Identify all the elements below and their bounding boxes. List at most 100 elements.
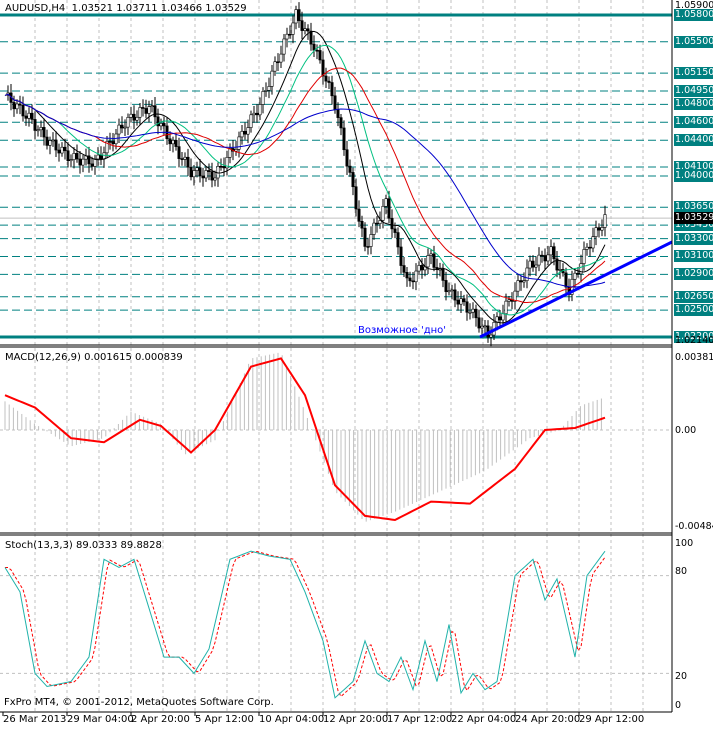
candle-body — [585, 246, 589, 250]
candle-body — [30, 112, 34, 120]
candle-body — [564, 272, 568, 288]
candle-body — [447, 290, 451, 293]
candle-body — [213, 177, 217, 181]
candle-body — [69, 159, 73, 162]
price-label: 1.05150 — [674, 67, 713, 80]
candle-body — [144, 108, 148, 114]
candle-body — [102, 152, 106, 160]
price-label: 1.03100 — [674, 250, 713, 263]
candle-body — [315, 49, 319, 52]
candle-body — [183, 156, 187, 160]
candle-body — [138, 107, 142, 118]
candle-body — [471, 308, 475, 313]
candle-body — [426, 255, 430, 268]
candle-body — [576, 272, 580, 275]
candle-body — [177, 146, 181, 159]
candle-body — [411, 280, 415, 283]
candle-body — [300, 20, 304, 31]
x-tick-label: 26 Mar 2013 — [3, 714, 67, 725]
ma-black-line — [4, 30, 606, 324]
candle-body — [159, 123, 163, 127]
candle-body — [375, 222, 379, 225]
candle-body — [519, 280, 523, 283]
candle-body — [150, 105, 154, 107]
candle-body — [78, 158, 82, 166]
candle-body — [153, 105, 157, 118]
candle-body — [528, 260, 532, 269]
candle-body — [33, 119, 37, 131]
candle-body — [393, 228, 397, 233]
stoch-axis-label: 80 — [675, 566, 688, 577]
candle-body — [444, 280, 448, 292]
candle-body — [147, 106, 151, 114]
candle-body — [465, 301, 469, 313]
candle-body — [369, 234, 373, 247]
ma-blue-line — [4, 93, 606, 288]
macd-title: MACD(12,26,9) 0.001615 0.000839 — [5, 352, 183, 363]
candle-body — [90, 163, 94, 167]
high-price: 1.03711 — [116, 3, 158, 14]
macd-axis-label: 0.00 — [675, 425, 697, 436]
candle-body — [498, 316, 502, 321]
candle-body — [507, 299, 511, 302]
candle-body — [36, 129, 40, 132]
candle-body — [120, 124, 124, 129]
current-price-label: 1.03529 — [674, 212, 713, 225]
candle-body — [267, 86, 271, 91]
axis-top-label: 1.05900 — [675, 0, 713, 11]
candle-body — [504, 300, 508, 315]
price-label: 1.04600 — [674, 116, 713, 129]
candle-body — [57, 149, 61, 154]
x-tick-label: 12 Apr 20:00 — [323, 714, 389, 725]
candle-body — [42, 127, 46, 138]
candle-body — [15, 103, 19, 110]
candle-body — [417, 265, 421, 272]
candle-body — [63, 146, 67, 152]
candle-body — [126, 117, 130, 128]
candle-body — [252, 112, 256, 116]
price-label: 1.02500 — [674, 304, 713, 317]
price-label: 1.02900 — [674, 268, 713, 281]
stoch-title: Stoch(13,3,3) 89.0333 89.8828 — [5, 540, 162, 551]
candle-body — [135, 116, 139, 121]
candle-body — [216, 166, 220, 179]
candle-body — [378, 220, 382, 224]
candle-body — [27, 112, 31, 119]
candle-body — [240, 130, 244, 138]
candle-body — [99, 154, 103, 160]
candle-body — [537, 254, 541, 266]
candle-body — [195, 167, 199, 171]
candle-body — [597, 227, 601, 231]
candle-body — [321, 59, 325, 77]
candle-body — [603, 214, 607, 228]
candle-body — [96, 154, 100, 160]
candle-body — [273, 61, 277, 72]
candle-body — [237, 136, 241, 150]
price-label: 1.04950 — [674, 84, 713, 97]
macd-axis-label: -0.00484 — [675, 521, 713, 532]
macd-axis-label: 0.003814 — [675, 352, 713, 363]
candle-body — [354, 186, 358, 210]
candle-body — [399, 246, 403, 266]
price-label: 1.04800 — [674, 98, 713, 111]
candle-body — [210, 171, 214, 181]
candle-body — [303, 28, 307, 31]
chart-canvas[interactable] — [0, 0, 713, 729]
candle-body — [306, 28, 310, 32]
x-tick-label: 22 Apr 04:00 — [451, 714, 517, 725]
candle-body — [405, 272, 409, 279]
candle-body — [420, 265, 424, 271]
candle-body — [75, 153, 79, 160]
candle-body — [12, 102, 16, 110]
candle-body — [432, 253, 436, 268]
candle-body — [39, 127, 43, 131]
candle-body — [327, 80, 331, 83]
mt4-chart-window: AUDUSD,H4 1.03521 1.03711 1.03466 1.0352… — [0, 0, 713, 729]
candle-body — [372, 222, 376, 235]
price-label: 1.03300 — [674, 232, 713, 245]
candle-body — [294, 9, 298, 24]
price-label: 1.04000 — [674, 169, 713, 182]
candle-body — [324, 75, 328, 82]
candle-body — [330, 82, 334, 97]
candle-body — [207, 170, 211, 172]
